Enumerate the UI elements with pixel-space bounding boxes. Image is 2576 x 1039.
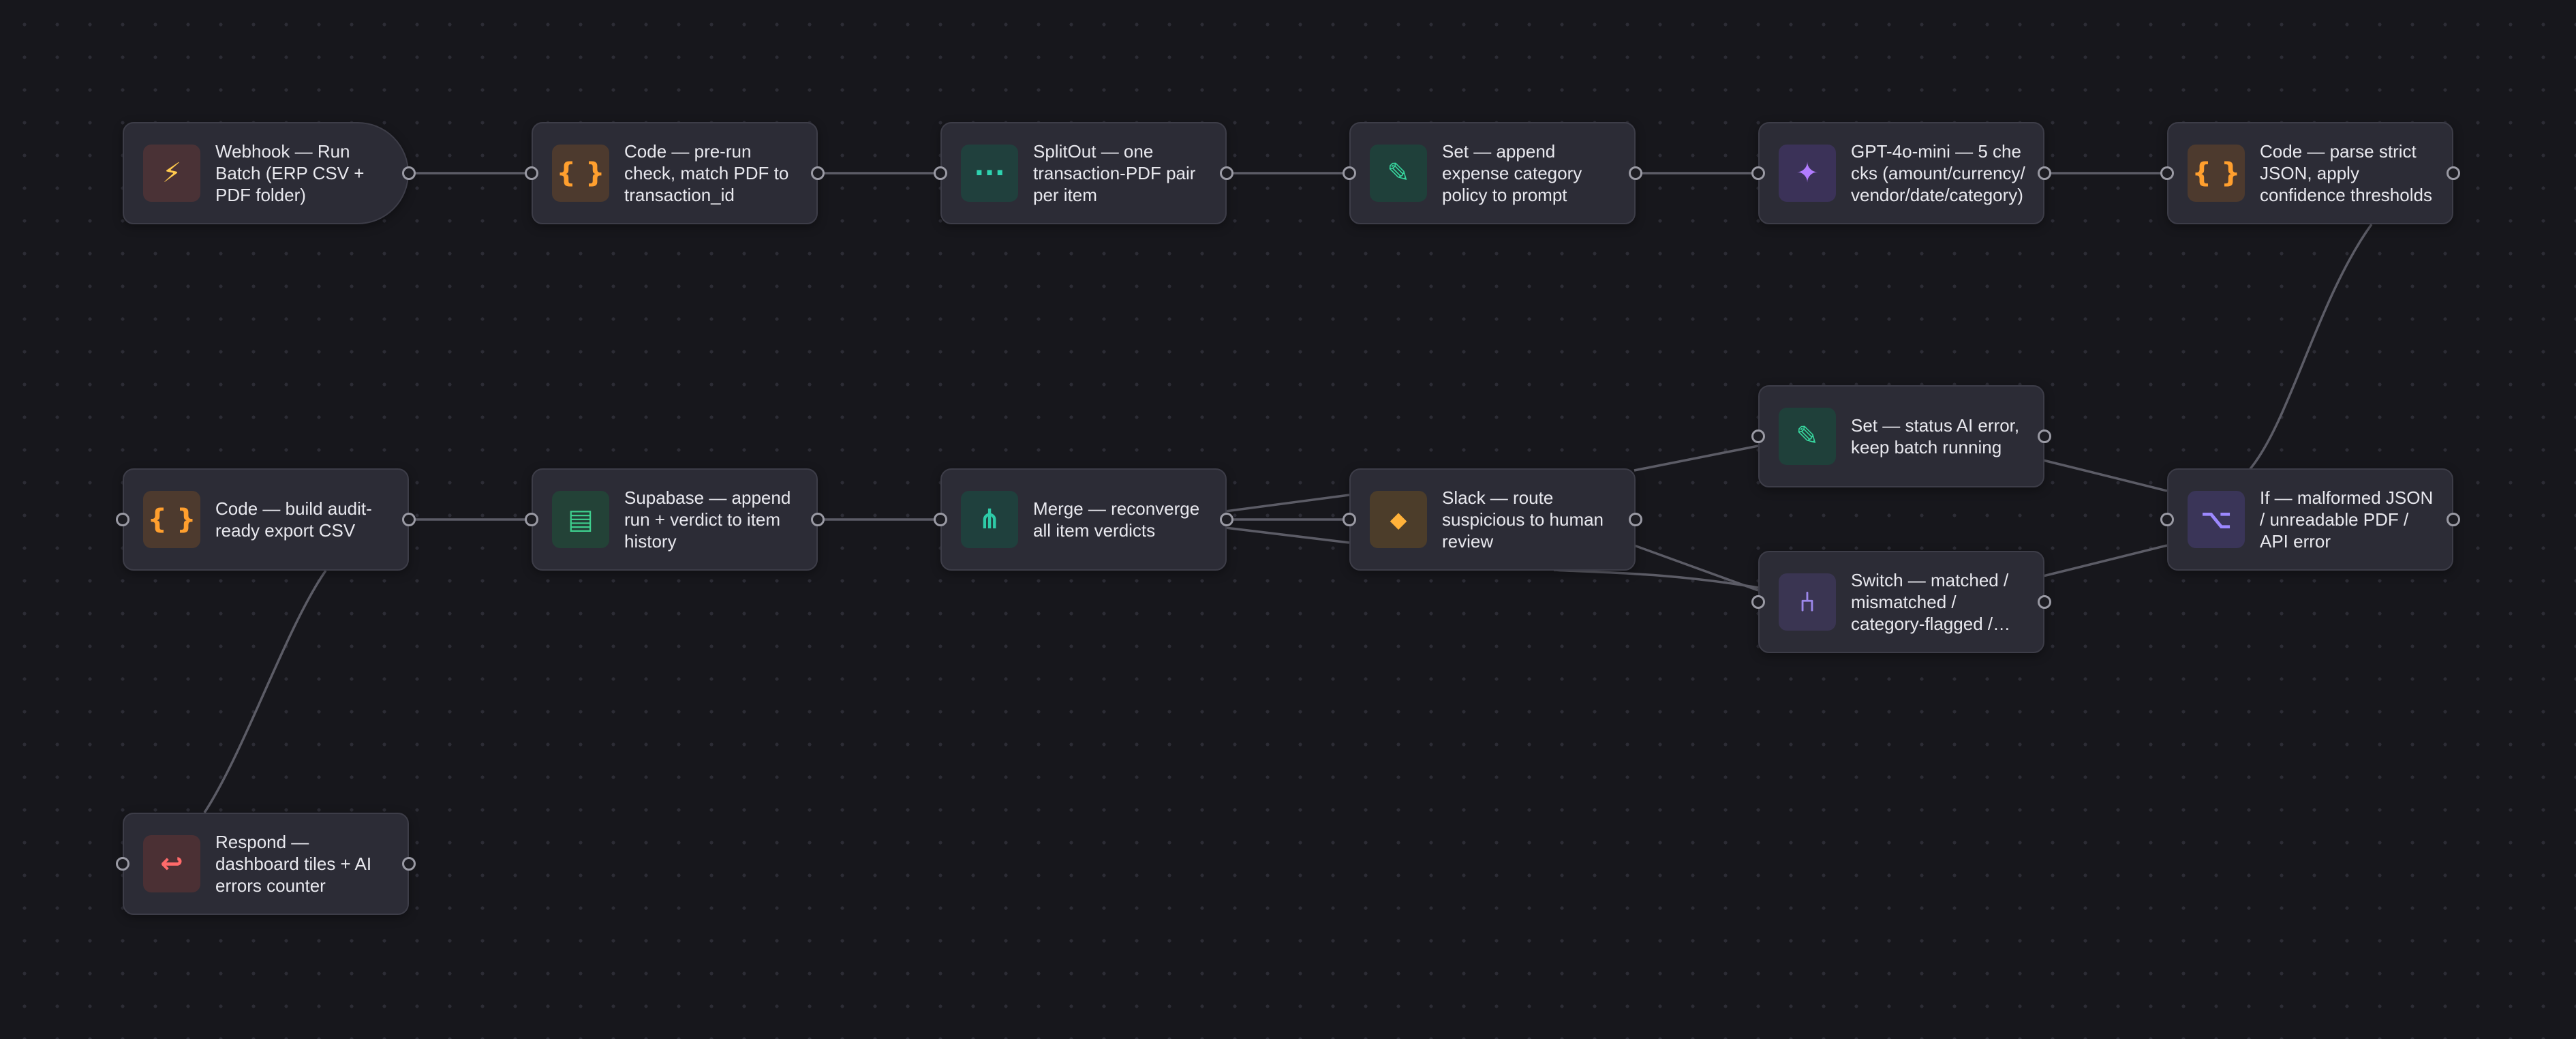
node-label: GPT-4o-mini — 5 checks (amount/currency/… (1851, 141, 2025, 205)
edge-slack-merge-1 (1225, 494, 1350, 513)
node-respond-dashboard[interactable]: ↩ Respond — dashboard tiles + AI errors … (116, 813, 416, 915)
node-splitout[interactable]: ··· SplitOut — one transaction-PDF pair … (934, 122, 1233, 224)
node-switch-verdict[interactable]: ⑃ Switch — matched / mismatched / catego… (1751, 551, 2051, 653)
sparkle-icon: ✦ (1779, 145, 1836, 202)
switch-fork-icon: ⑃ (1779, 573, 1836, 631)
output-port[interactable] (1220, 166, 1233, 180)
input-port[interactable] (525, 166, 538, 180)
output-port[interactable] (1220, 513, 1233, 526)
database-table-icon: ▤ (552, 491, 609, 548)
input-port[interactable] (1343, 166, 1356, 180)
node-code-pre-run-check[interactable]: { } Code — pre-run check, match PDF to t… (525, 122, 825, 224)
code-braces-icon: { } (2188, 145, 2245, 202)
split-dots-icon: ··· (961, 145, 1018, 202)
node-label: Set — status AI error, keep batch runnin… (1851, 415, 2020, 457)
diamond-icon: ◆ (1370, 491, 1427, 548)
node-if-malformed[interactable]: ⌥ If — malformed JSON / unreadable PDF /… (2160, 468, 2460, 571)
input-port[interactable] (1751, 595, 1765, 609)
output-port[interactable] (2447, 513, 2460, 526)
node-code-parse-json[interactable]: { } Code — parse strict JSON, apply conf… (2160, 122, 2460, 224)
output-port[interactable] (402, 857, 416, 871)
input-port[interactable] (1751, 166, 1765, 180)
edge-switch-slack-2 (1553, 569, 1759, 589)
node-slack-human-review[interactable]: ◆ Slack — route suspicious to human revi… (1343, 468, 1642, 571)
node-code-build-export[interactable]: { } Code — build audit-ready export CSV (116, 468, 416, 571)
input-port[interactable] (2160, 513, 2174, 526)
input-port[interactable] (934, 513, 947, 526)
code-braces-icon: { } (552, 145, 609, 202)
branch-if-icon: ⌥ (2188, 491, 2245, 548)
node-label: Slack — route suspicious to human review (1442, 487, 1604, 552)
edge-code-export-respond (203, 569, 327, 813)
merge-icon: ⋔ (961, 491, 1018, 548)
lightning-icon: ⚡ (143, 145, 200, 202)
edge-set-status-slack (1634, 445, 1759, 472)
input-port[interactable] (1343, 513, 1356, 526)
node-label: Webhook — Run Batch (ERP CSV + PDF folde… (215, 141, 365, 205)
node-label: Code — parse strict JSON, apply confiden… (2260, 141, 2432, 205)
return-arrow-icon: ↩ (143, 835, 200, 892)
output-port[interactable] (402, 166, 416, 180)
pencil-icon: ✎ (1779, 408, 1836, 465)
node-label: Switch — matched / mismatched / category… (1851, 570, 2009, 634)
edge-code-parse-if (2248, 223, 2373, 472)
edge-switch-slack-1 (1634, 544, 1759, 592)
node-label: Set — append expense category policy to … (1442, 141, 1582, 205)
edge-slack-merge-3 (1225, 526, 1350, 544)
node-label: Supabase — append run + verdict to item … (624, 487, 791, 552)
pencil-icon: ✎ (1370, 145, 1427, 202)
node-label: SplitOut — one transaction-PDF pair per … (1033, 141, 1196, 205)
node-gpt-4o-mini-checks[interactable]: ✦ GPT-4o-mini — 5 checks (amount/currenc… (1751, 122, 2051, 224)
output-port[interactable] (1629, 166, 1642, 180)
edge-if-set-status (2042, 459, 2168, 492)
node-set-append-policy[interactable]: ✎ Set — append expense category policy t… (1343, 122, 1642, 224)
input-port[interactable] (525, 513, 538, 526)
node-supabase-append[interactable]: ▤ Supabase — append run + verdict to ite… (525, 468, 825, 571)
node-label: Merge — reconverge all item verdicts (1033, 498, 1200, 541)
node-set-status-ai-error[interactable]: ✎ Set — status AI error, keep batch runn… (1751, 385, 2051, 487)
input-port[interactable] (934, 166, 947, 180)
workflow-canvas[interactable]: ⚡ Webhook — Run Batch (ERP CSV + PDF fol… (0, 0, 2576, 1039)
input-port[interactable] (1751, 430, 1765, 443)
node-merge-verdicts[interactable]: ⋔ Merge — reconverge all item verdicts (934, 468, 1233, 571)
node-label: Respond — dashboard tiles + AI errors co… (215, 832, 372, 896)
input-port[interactable] (2160, 166, 2174, 180)
output-port[interactable] (2038, 166, 2051, 180)
input-port[interactable] (116, 857, 129, 871)
output-port[interactable] (811, 166, 825, 180)
code-braces-icon: { } (143, 491, 200, 548)
output-port[interactable] (811, 513, 825, 526)
node-label: Code — pre-run check, match PDF to trans… (624, 141, 789, 205)
output-port[interactable] (402, 513, 416, 526)
edge-if-switch (2042, 544, 2168, 577)
input-port[interactable] (116, 513, 129, 526)
output-port[interactable] (2038, 595, 2051, 609)
node-webhook-run-batch[interactable]: ⚡ Webhook — Run Batch (ERP CSV + PDF fol… (123, 122, 416, 224)
output-port[interactable] (2038, 430, 2051, 443)
node-label: If — malformed JSON / unreadable PDF / A… (2260, 487, 2434, 552)
node-label: Code — build audit-ready export CSV (215, 498, 372, 541)
output-port[interactable] (2447, 166, 2460, 180)
output-port[interactable] (1629, 513, 1642, 526)
